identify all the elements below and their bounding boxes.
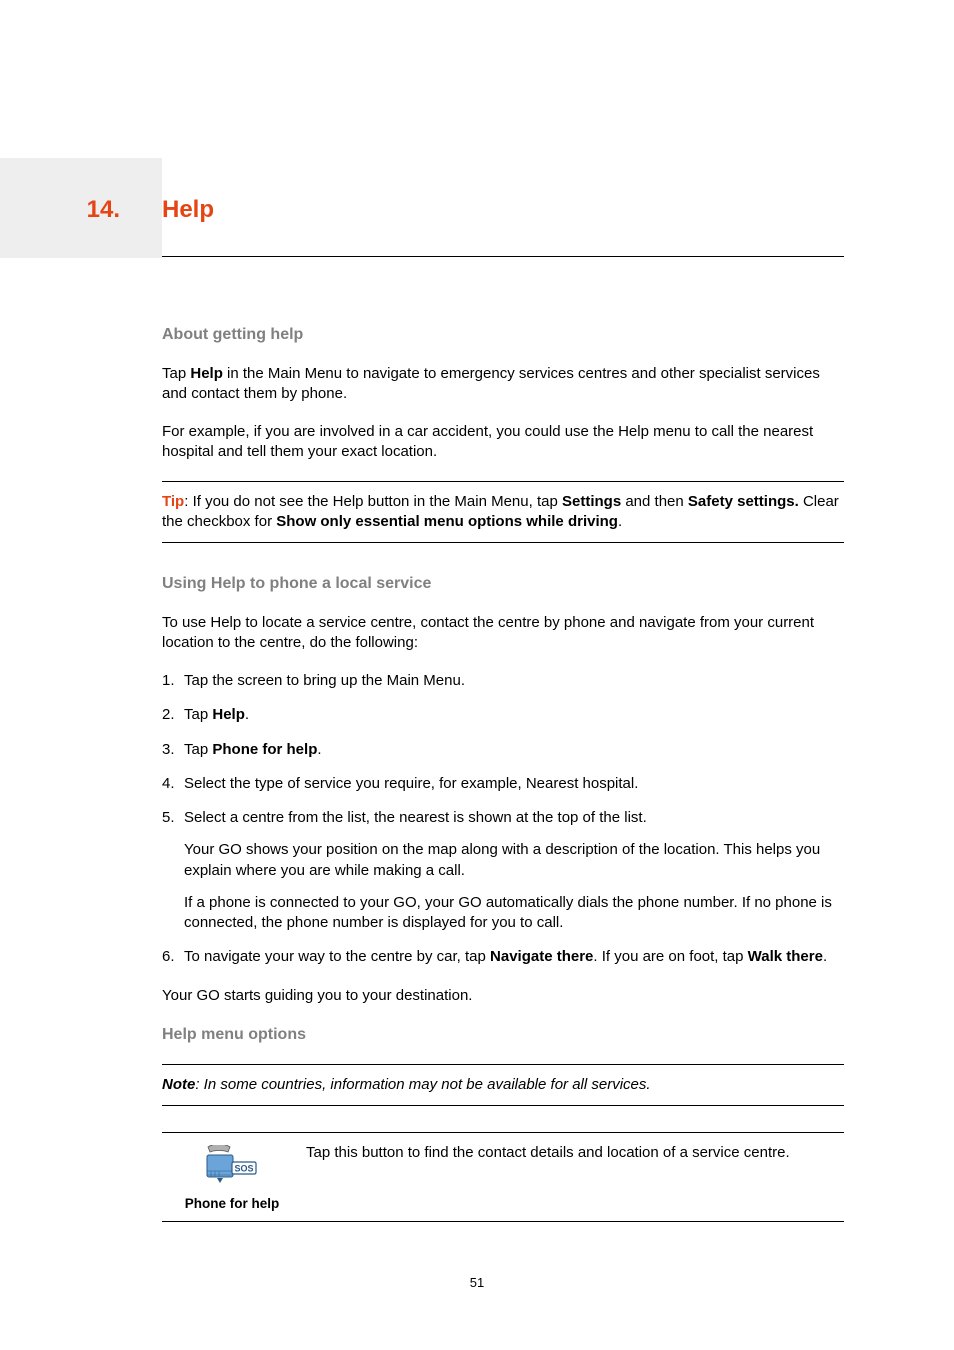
chapter-title: Help: [162, 196, 214, 224]
bold-text: Show only essential menu options while d…: [276, 513, 618, 530]
section-heading-using: Using Help to phone a local service: [162, 573, 844, 595]
text: Select a centre from the list, the neare…: [184, 809, 647, 826]
text: : In some countries, information may not…: [195, 1076, 650, 1093]
text: and then: [621, 493, 688, 510]
phone-for-help-icon: SOS: [202, 1145, 262, 1189]
bold-text: Navigate there: [490, 948, 593, 965]
text: Tap: [162, 365, 190, 382]
list-item: 2.Tap Help.: [162, 705, 844, 725]
tip-label: Tip: [162, 493, 184, 510]
paragraph: Your GO starts guiding you to your desti…: [162, 986, 844, 1006]
bold-text: Help: [190, 365, 223, 382]
bold-text: Settings: [562, 493, 621, 510]
option-description: Tap this button to find the contact deta…: [302, 1143, 844, 1163]
page-content: About getting help Tap Help in the Main …: [162, 324, 844, 1222]
bold-text: Phone for help: [212, 741, 317, 758]
section-heading-options: Help menu options: [162, 1024, 844, 1046]
tip-box: Tip: If you do not see the Help button i…: [162, 481, 844, 544]
help-option-phone-for-help: SOS Phone for help Tap this button to fi…: [162, 1132, 844, 1222]
text: . If you are on foot, tap: [593, 948, 747, 965]
text: .: [823, 948, 827, 965]
text: Tap: [184, 741, 212, 758]
text: Tap: [184, 706, 212, 723]
text: .: [317, 741, 321, 758]
paragraph: Tap Help in the Main Menu to navigate to…: [162, 364, 844, 405]
list-item: 4.Select the type of service you require…: [162, 774, 844, 794]
text: .: [245, 706, 249, 723]
text: .: [618, 513, 622, 530]
paragraph: Your GO shows your position on the map a…: [184, 840, 844, 881]
chapter-number: 14.: [0, 196, 120, 224]
note-label: Note: [162, 1076, 195, 1093]
text: in the Main Menu to navigate to emergenc…: [162, 365, 820, 402]
steps-list: 1.Tap the screen to bring up the Main Me…: [162, 671, 844, 968]
bold-text: Help: [212, 706, 245, 723]
text: Select the type of service you require, …: [184, 775, 638, 792]
bold-text: Safety settings.: [688, 493, 799, 510]
paragraph: If a phone is connected to your GO, your…: [184, 893, 844, 934]
section-heading-about: About getting help: [162, 324, 844, 346]
list-item: 5.Select a centre from the list, the nea…: [162, 808, 844, 933]
text: : If you do not see the Help button in t…: [184, 493, 562, 510]
chapter-rule: [162, 256, 844, 257]
list-item: 3.Tap Phone for help.: [162, 740, 844, 760]
list-item: 1.Tap the screen to bring up the Main Me…: [162, 671, 844, 691]
option-label: Phone for help: [185, 1195, 280, 1213]
text: Tap the screen to bring up the Main Menu…: [184, 672, 465, 689]
paragraph: To use Help to locate a service centre, …: [162, 613, 844, 654]
page-number: 51: [0, 1275, 954, 1290]
paragraph: For example, if you are involved in a ca…: [162, 422, 844, 463]
option-icon-cell: SOS Phone for help: [162, 1143, 302, 1213]
list-item: 6.To navigate your way to the centre by …: [162, 947, 844, 967]
svg-text:SOS: SOS: [234, 1163, 253, 1173]
bold-text: Walk there: [748, 948, 823, 965]
note-box: Note: In some countries, information may…: [162, 1064, 844, 1106]
text: To navigate your way to the centre by ca…: [184, 948, 490, 965]
